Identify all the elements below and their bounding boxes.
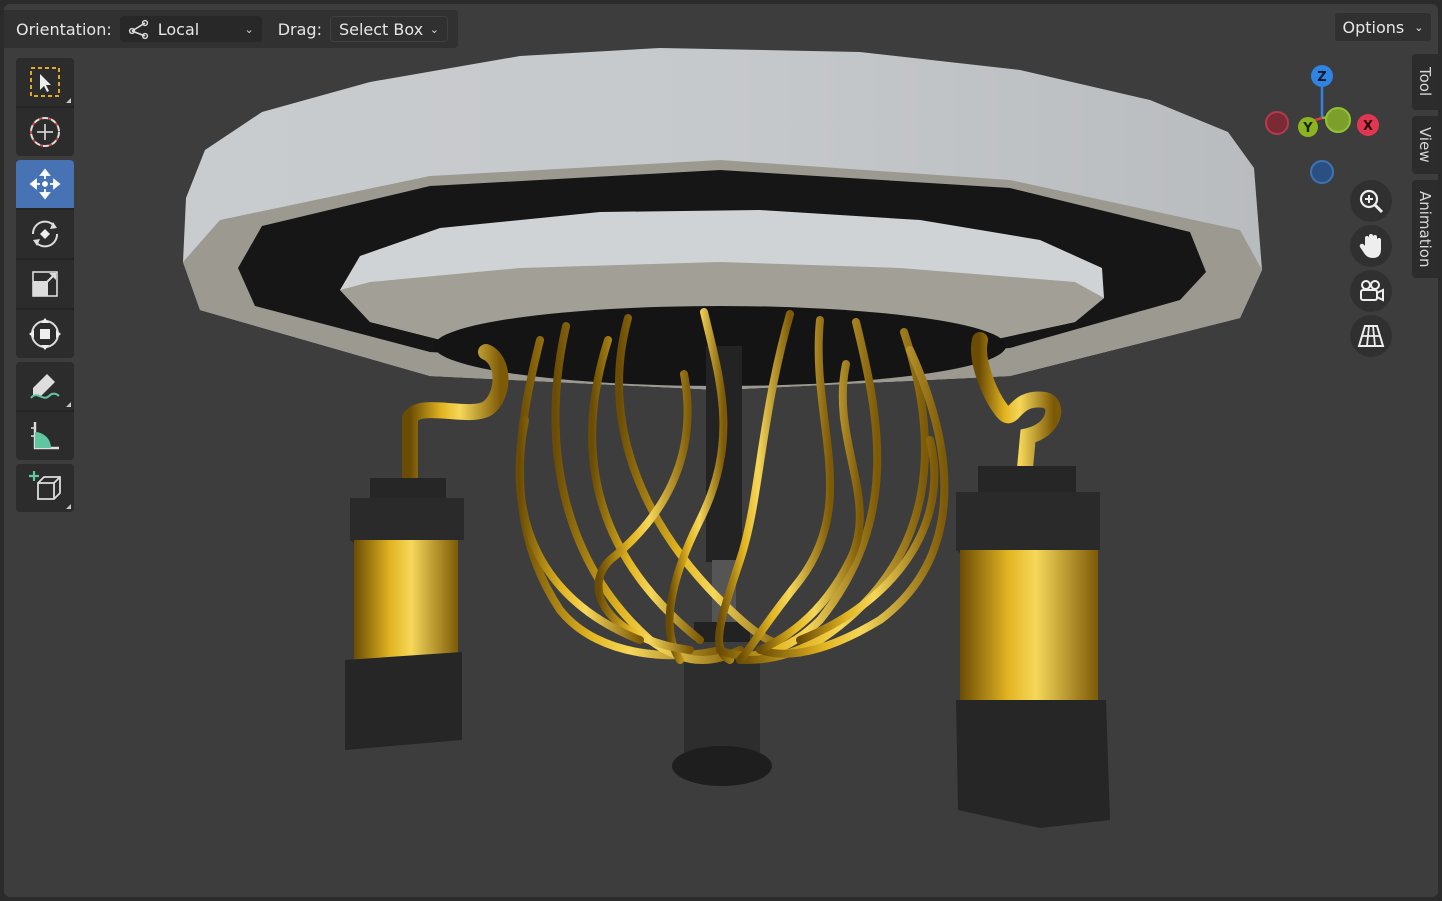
- 3d-viewport[interactable]: Orientation: Local ⌄ Drag: Select Box ⌄ …: [4, 4, 1438, 897]
- scale-icon: [32, 271, 58, 297]
- annotate-tool-button[interactable]: [16, 362, 74, 410]
- cursor-icon: [30, 117, 60, 147]
- cursor-tool-button[interactable]: [16, 106, 74, 156]
- rotate-icon: [31, 220, 59, 248]
- orientation-value: Local: [157, 19, 200, 39]
- chevron-down-icon: ⌄: [429, 22, 439, 36]
- select-box-tool-button[interactable]: [16, 58, 74, 106]
- neg-x-axis-handle[interactable]: [1265, 111, 1289, 135]
- transform-icon: [29, 318, 61, 350]
- pan-button[interactable]: [1350, 225, 1392, 267]
- tool-group-transform: [16, 160, 74, 358]
- perspective-toggle-button[interactable]: [1350, 315, 1392, 357]
- tab-animation-label: Animation: [1416, 190, 1434, 268]
- navigation-gizmo[interactable]: Z X Y: [1262, 58, 1392, 188]
- add-cube-icon: [29, 471, 61, 500]
- tool-group-select: [16, 58, 74, 156]
- orientation-label: Orientation:: [16, 19, 112, 39]
- zoom-button[interactable]: [1350, 180, 1392, 222]
- tab-tool-label: Tool: [1416, 67, 1434, 97]
- chandelier-render: [183, 48, 1262, 828]
- drag-value: Select Box: [338, 19, 424, 39]
- scale-tool-button[interactable]: [16, 258, 74, 308]
- measure-icon: [31, 422, 59, 450]
- y-axis-label: Y: [1302, 121, 1313, 136]
- options-button[interactable]: Options ⌄: [1334, 12, 1432, 42]
- move-icon: [29, 168, 61, 200]
- tool-group-add: [16, 464, 74, 512]
- tab-view[interactable]: View: [1412, 116, 1438, 174]
- x-axis-label: X: [1363, 119, 1373, 134]
- tab-view-label: View: [1416, 127, 1434, 163]
- measure-tool-button[interactable]: [16, 410, 74, 460]
- grid-icon: [1357, 325, 1385, 347]
- chevron-down-icon: ⌄: [244, 22, 254, 36]
- orientation-local-icon: [128, 19, 148, 40]
- tool-group-annotate: [16, 362, 74, 460]
- rotate-tool-button[interactable]: [16, 208, 74, 258]
- neg-y-axis-handle[interactable]: [1325, 107, 1351, 133]
- orientation-dropdown[interactable]: Local ⌄: [119, 16, 262, 42]
- move-tool-button[interactable]: [16, 160, 74, 208]
- drag-dropdown[interactable]: Select Box ⌄: [329, 16, 448, 42]
- select-box-icon: [30, 67, 60, 97]
- hand-pan-icon: [1359, 234, 1381, 258]
- tab-tool[interactable]: Tool: [1412, 54, 1438, 110]
- add-cube-tool-button[interactable]: [16, 464, 74, 512]
- camera-view-button[interactable]: [1350, 270, 1392, 312]
- zoom-icon: [1359, 189, 1384, 214]
- sidebar-tabs: Tool View Animation: [1412, 54, 1438, 284]
- chevron-down-icon: ⌄: [1414, 20, 1424, 34]
- annotate-icon: [30, 374, 60, 399]
- camera-icon: [1360, 280, 1384, 302]
- tool-shelf: [16, 58, 74, 516]
- tab-animation[interactable]: Animation: [1412, 180, 1438, 278]
- drag-label: Drag:: [277, 19, 322, 39]
- tool-header: Orientation: Local ⌄ Drag: Select Box ⌄: [4, 10, 458, 48]
- z-axis-label: Z: [1317, 70, 1326, 85]
- transform-tool-button[interactable]: [16, 308, 74, 358]
- neg-z-axis-handle[interactable]: [1310, 160, 1334, 184]
- options-label: Options: [1342, 17, 1405, 37]
